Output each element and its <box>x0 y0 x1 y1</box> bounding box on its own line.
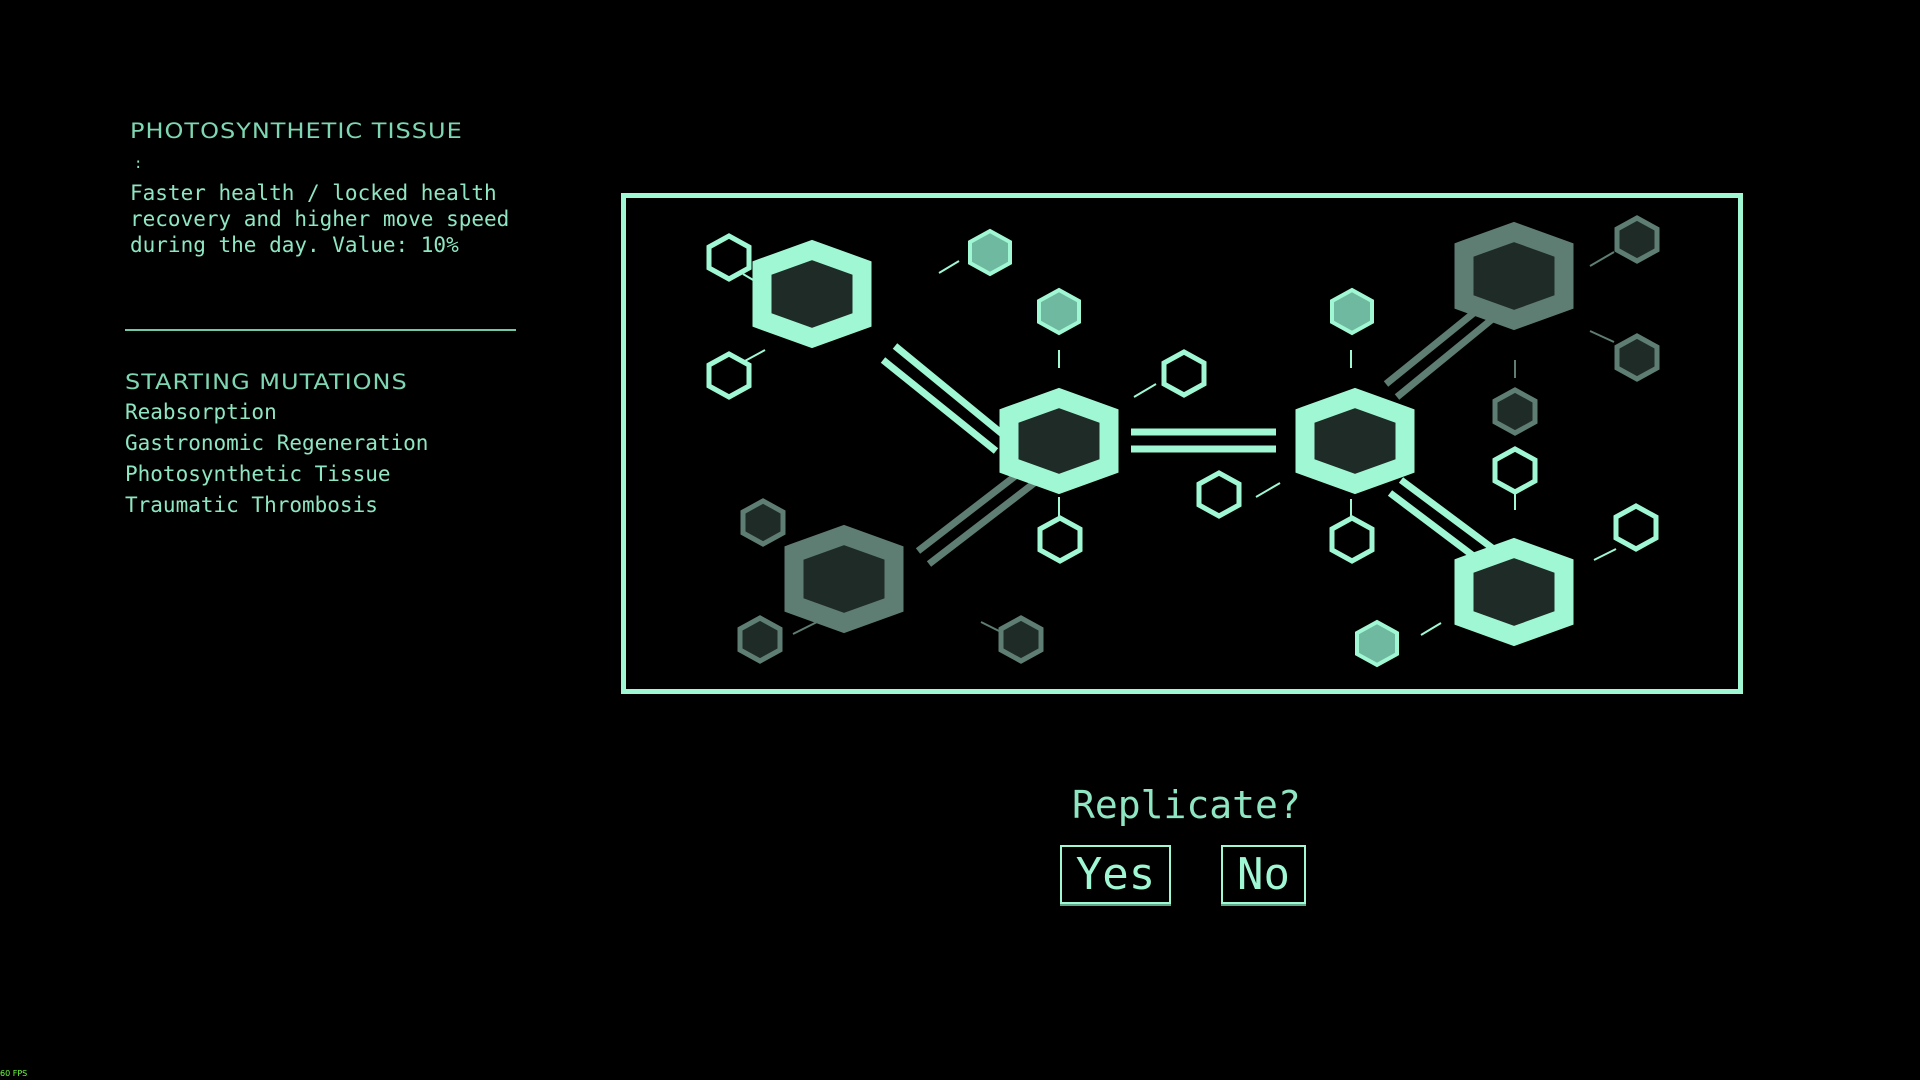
mutation-description: Faster health / locked health recovery a… <box>130 181 510 257</box>
replicate-question: Replicate? <box>1072 783 1301 827</box>
list-item: Reabsorption <box>125 400 277 424</box>
no-button[interactable]: No <box>1221 845 1306 904</box>
mutation-title: PHOTOSYNTHETIC TISSUE <box>130 118 463 144</box>
list-item: Photosynthetic Tissue <box>125 462 391 486</box>
starting-mutations-list: Reabsorption Gastronomic Regeneration Ph… <box>125 397 428 521</box>
starting-mutations-title: STARTING MUTATIONS <box>125 369 408 395</box>
mutation-colon: : <box>134 156 143 172</box>
divider <box>125 329 516 331</box>
molecule-graphic <box>706 215 1660 668</box>
molecule-diagram <box>621 193 1743 694</box>
list-item: Traumatic Thrombosis <box>125 493 378 517</box>
list-item: Gastronomic Regeneration <box>125 431 429 455</box>
fps-counter: 60 FPS <box>0 1069 28 1078</box>
yes-button[interactable]: Yes <box>1060 845 1171 904</box>
